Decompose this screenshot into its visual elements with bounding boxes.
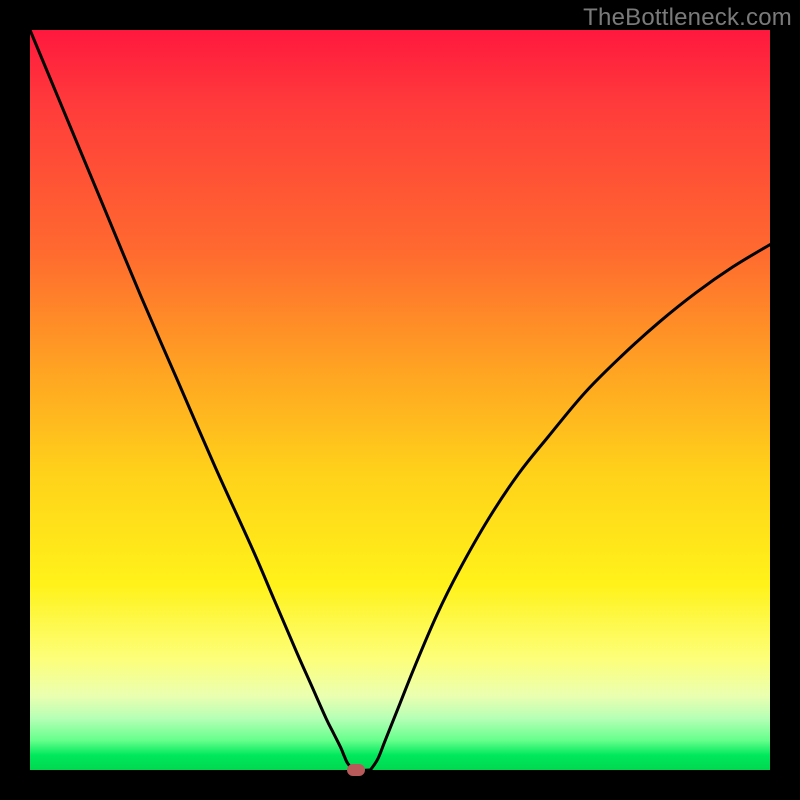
- min-marker: [347, 764, 365, 776]
- plot-area: [30, 30, 770, 770]
- curve-svg: [30, 30, 770, 770]
- curve-left: [30, 30, 370, 770]
- watermark-text: TheBottleneck.com: [583, 4, 792, 32]
- chart-frame: TheBottleneck.com: [0, 0, 800, 800]
- curve-right: [370, 245, 770, 770]
